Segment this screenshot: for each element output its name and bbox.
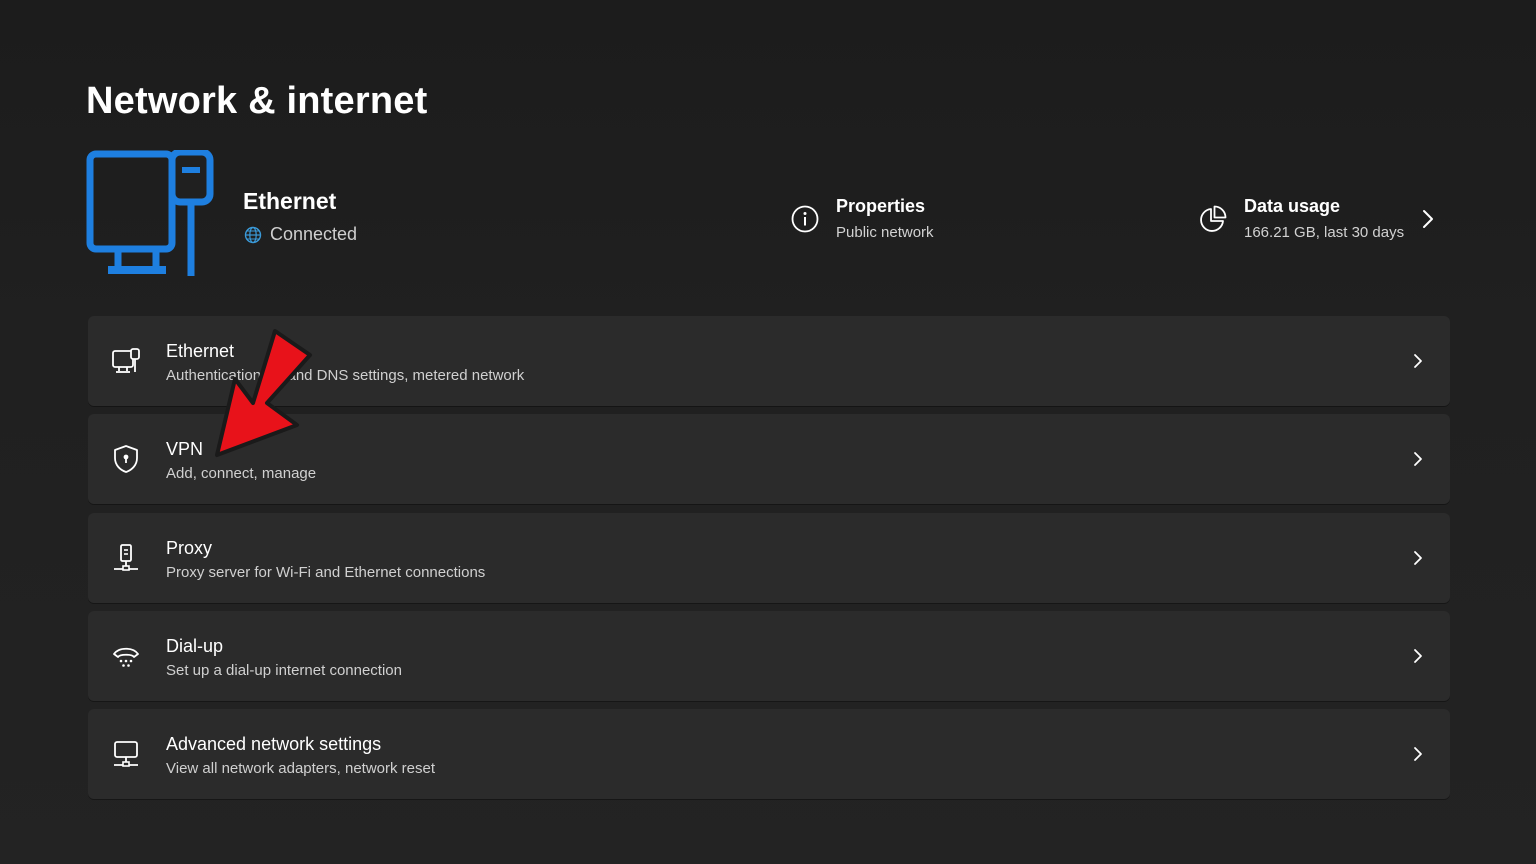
shield-icon: [114, 445, 138, 473]
chevron-right-icon: [1414, 551, 1422, 565]
info-icon: [791, 205, 819, 233]
connection-status-text: Connected: [270, 224, 358, 244]
item-title: Ethernet: [166, 341, 235, 361]
item-title: Advanced network settings: [166, 734, 382, 754]
globe-icon: [244, 226, 262, 243]
ethernet-icon: [112, 348, 140, 373]
settings-item-advanced-network[interactable]: Advanced network settings View all netwo…: [88, 709, 1450, 799]
item-subtitle: Proxy server for Wi-Fi and Ethernet conn…: [166, 564, 486, 581]
item-subtitle: Authentication, IP and DNS settings, met…: [166, 367, 525, 384]
properties-subtitle: Public network: [836, 224, 934, 241]
page-title: Network & internet: [86, 80, 428, 122]
item-subtitle: View all network adapters, network reset: [166, 760, 436, 777]
item-title: Proxy: [166, 538, 213, 558]
ethernet-monitor-icon: [86, 150, 214, 276]
data-usage-link[interactable]: Data usage 166.21 GB, last 30 days: [1198, 194, 1404, 244]
connection-header: Ethernet Connected Properties Public net…: [86, 150, 1450, 280]
item-subtitle: Set up a dial-up internet connection: [166, 662, 402, 679]
settings-item-ethernet[interactable]: Ethernet Authentication, IP and DNS sett…: [88, 316, 1450, 406]
connection-name: Ethernet: [243, 188, 337, 214]
settings-item-vpn[interactable]: VPN Add, connect, manage: [88, 414, 1450, 504]
settings-item-dial-up[interactable]: Dial-up Set up a dial-up internet connec…: [88, 611, 1450, 701]
chevron-right-icon: [1414, 649, 1422, 663]
chevron-right-icon: [1414, 354, 1422, 368]
pie-chart-icon: [1200, 205, 1227, 232]
advanced-network-icon: [114, 741, 138, 767]
chevron-right-icon: [1414, 452, 1422, 466]
item-title: VPN: [166, 439, 204, 459]
data-usage-subtitle: 166.21 GB, last 30 days: [1244, 224, 1405, 241]
proxy-server-icon: [114, 544, 138, 571]
settings-item-proxy[interactable]: Proxy Proxy server for Wi-Fi and Etherne…: [88, 513, 1450, 603]
connection-status: Connected: [244, 224, 357, 245]
chevron-right-icon[interactable]: [1420, 208, 1436, 230]
data-usage-title: Data usage: [1244, 196, 1341, 216]
chevron-right-icon: [1414, 747, 1422, 761]
properties-link[interactable]: Properties Public network: [790, 194, 934, 244]
properties-title: Properties: [836, 196, 926, 216]
dial-up-icon: [113, 647, 139, 667]
item-title: Dial-up: [166, 636, 224, 656]
item-subtitle: Add, connect, manage: [166, 465, 317, 482]
